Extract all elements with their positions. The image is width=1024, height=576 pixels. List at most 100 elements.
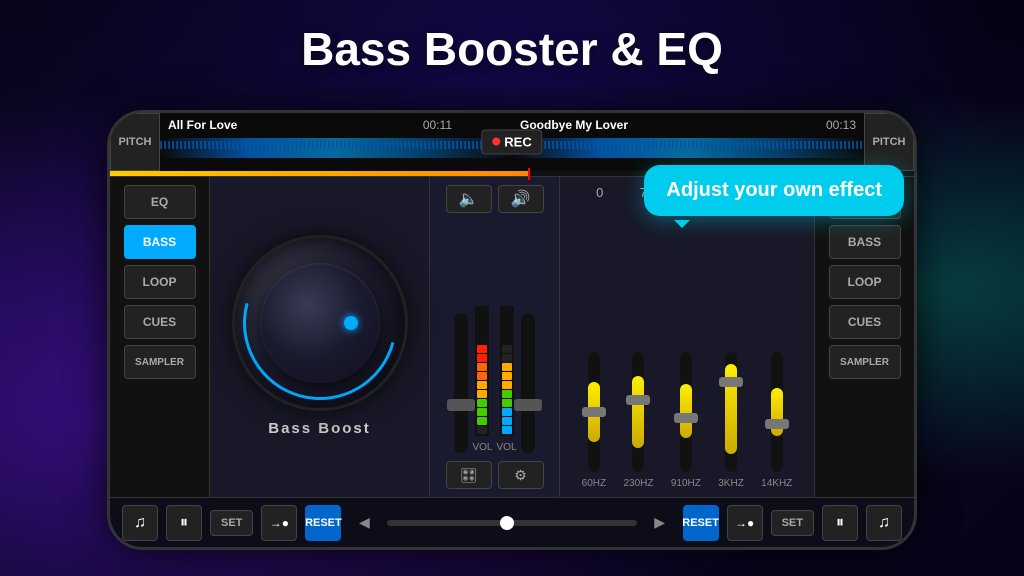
right-cues-button[interactable]: CUES bbox=[829, 305, 901, 339]
pause-right-button[interactable]: ⏸ bbox=[822, 505, 858, 541]
vu-seg bbox=[502, 408, 512, 416]
vol-slider-right[interactable] bbox=[521, 313, 535, 453]
left-sampler-button[interactable]: SAMPLER bbox=[124, 345, 196, 379]
transport-thumb bbox=[500, 516, 514, 530]
eq-thumb-14khz[interactable] bbox=[765, 419, 789, 429]
right-panel: EQ BASS LOOP CUES SAMPLER bbox=[814, 177, 914, 497]
eq-val-0: 0 bbox=[580, 185, 620, 200]
eq-thumb-230hz[interactable] bbox=[626, 395, 650, 405]
eq-slider-14khz: 14KHZ bbox=[761, 352, 792, 489]
forward-button[interactable]: ▶ bbox=[645, 508, 675, 538]
vu-seg bbox=[477, 363, 487, 371]
right-loop-button[interactable]: LOOP bbox=[829, 265, 901, 299]
eq-freq-3khz: 3KHZ bbox=[718, 478, 744, 489]
eq-freq-14khz: 14KHZ bbox=[761, 478, 792, 489]
knob-label: Bass Boost bbox=[268, 420, 371, 437]
eq-freq-230hz: 230HZ bbox=[623, 478, 653, 489]
eq-track-14khz[interactable] bbox=[771, 352, 783, 472]
fx-button[interactable]: 🎛 bbox=[446, 461, 492, 489]
set-right-button[interactable]: SET bbox=[771, 510, 814, 536]
left-bass-button[interactable]: BASS bbox=[124, 225, 196, 259]
music-note-left-button[interactable]: ♫ bbox=[122, 505, 158, 541]
vu-seg bbox=[477, 381, 487, 389]
rec-label: REC bbox=[504, 134, 531, 149]
top-bar: PITCH All For Love 00:11 REC Goodbye My … bbox=[110, 113, 914, 171]
vol-label-right: VOL bbox=[497, 442, 517, 453]
set-left-button[interactable]: SET bbox=[210, 510, 253, 536]
reset-right-button[interactable]: RESET bbox=[683, 505, 719, 541]
eq-sliders: 60HZ 230HZ 910HZ bbox=[568, 208, 806, 489]
eq-freq-60hz: 60HZ bbox=[582, 478, 606, 489]
vu-bar-left bbox=[475, 306, 489, 436]
page-title: Bass Booster & EQ bbox=[301, 22, 723, 76]
right-track-time: 00:13 bbox=[826, 118, 856, 132]
settings-button[interactable]: ⚙ bbox=[498, 461, 544, 489]
vu-seg bbox=[477, 426, 487, 434]
waveform-left: All For Love 00:11 bbox=[160, 113, 512, 171]
reset-left-button[interactable]: RESET bbox=[305, 505, 341, 541]
vu-meter-area: 🔈 🔊 bbox=[430, 177, 560, 497]
rec-dot-icon bbox=[492, 138, 500, 146]
vu-seg bbox=[502, 363, 512, 371]
eq-slider-230hz: 230HZ bbox=[623, 352, 653, 489]
vu-seg bbox=[477, 408, 487, 416]
vu-seg bbox=[502, 399, 512, 407]
vol-thumb-right[interactable] bbox=[514, 399, 542, 411]
progress-cursor bbox=[528, 168, 530, 180]
rec-button[interactable]: REC bbox=[481, 129, 542, 154]
vu-bar-right bbox=[500, 306, 514, 436]
eq-slider-3khz: 3KHZ bbox=[718, 352, 744, 489]
eq-track-910hz[interactable] bbox=[680, 352, 692, 472]
main-content: EQ BASS LOOP CUES SAMPLER Bass Boost 🔈 bbox=[110, 177, 914, 497]
pitch-left-button[interactable]: PITCH bbox=[110, 113, 160, 171]
right-sampler-button[interactable]: SAMPLER bbox=[829, 345, 901, 379]
tooltip-text: Adjust your own effect bbox=[666, 179, 882, 201]
transport-bar: ♫ ⏸ SET →● RESET ◀ ▶ RESET →● SET ⏸ ♫ bbox=[110, 497, 914, 547]
vu-seg bbox=[502, 381, 512, 389]
left-track-time: 00:11 bbox=[423, 118, 452, 132]
right-bass-button[interactable]: BASS bbox=[829, 225, 901, 259]
eq-fill-910hz bbox=[680, 384, 692, 438]
eq-track-60hz[interactable] bbox=[588, 352, 600, 472]
vu-seg bbox=[502, 345, 512, 353]
eq-thumb-60hz[interactable] bbox=[582, 407, 606, 417]
eq-track-3khz[interactable] bbox=[725, 352, 737, 472]
vol-thumb-left[interactable] bbox=[447, 399, 475, 411]
vu-seg bbox=[477, 399, 487, 407]
music-note-right-button[interactable]: ♫ bbox=[866, 505, 902, 541]
arrow-record-right-button[interactable]: →● bbox=[727, 505, 763, 541]
eq-slider-60hz: 60HZ bbox=[582, 352, 606, 489]
waveform-detail-left bbox=[160, 141, 512, 149]
left-loop-button[interactable]: LOOP bbox=[124, 265, 196, 299]
left-eq-button[interactable]: EQ bbox=[124, 185, 196, 219]
knob-inner bbox=[260, 263, 380, 383]
eq-thumb-3khz[interactable] bbox=[719, 377, 743, 387]
vu-meters: VOL VOL bbox=[454, 221, 534, 453]
volume-up-button[interactable]: 🔊 bbox=[498, 185, 544, 213]
knob-indicator bbox=[344, 316, 358, 330]
vu-column-left: VOL bbox=[472, 306, 492, 453]
vu-seg bbox=[502, 426, 512, 434]
vu-seg bbox=[502, 354, 512, 362]
transport-slider[interactable] bbox=[387, 520, 636, 526]
vu-seg bbox=[477, 345, 487, 353]
left-cues-button[interactable]: CUES bbox=[124, 305, 196, 339]
bass-knob[interactable] bbox=[235, 238, 405, 408]
vu-column-right: VOL bbox=[497, 306, 517, 453]
eq-thumb-910hz[interactable] bbox=[674, 413, 698, 423]
volume-down-button[interactable]: 🔈 bbox=[446, 185, 492, 213]
vu-seg bbox=[477, 417, 487, 425]
vol-slider-left[interactable] bbox=[454, 313, 468, 453]
vu-seg bbox=[477, 390, 487, 398]
rewind-button[interactable]: ◀ bbox=[349, 508, 379, 538]
vol-label-left: VOL bbox=[472, 442, 492, 453]
eq-track-230hz[interactable] bbox=[632, 352, 644, 472]
knob-area: Bass Boost bbox=[210, 177, 430, 497]
knob-container bbox=[235, 238, 405, 408]
pitch-right-button[interactable]: PITCH bbox=[864, 113, 914, 171]
progress-fill bbox=[110, 171, 528, 176]
vu-seg bbox=[477, 372, 487, 380]
vu-seg bbox=[502, 390, 512, 398]
arrow-record-left-button[interactable]: →● bbox=[261, 505, 297, 541]
pause-left-button[interactable]: ⏸ bbox=[166, 505, 202, 541]
